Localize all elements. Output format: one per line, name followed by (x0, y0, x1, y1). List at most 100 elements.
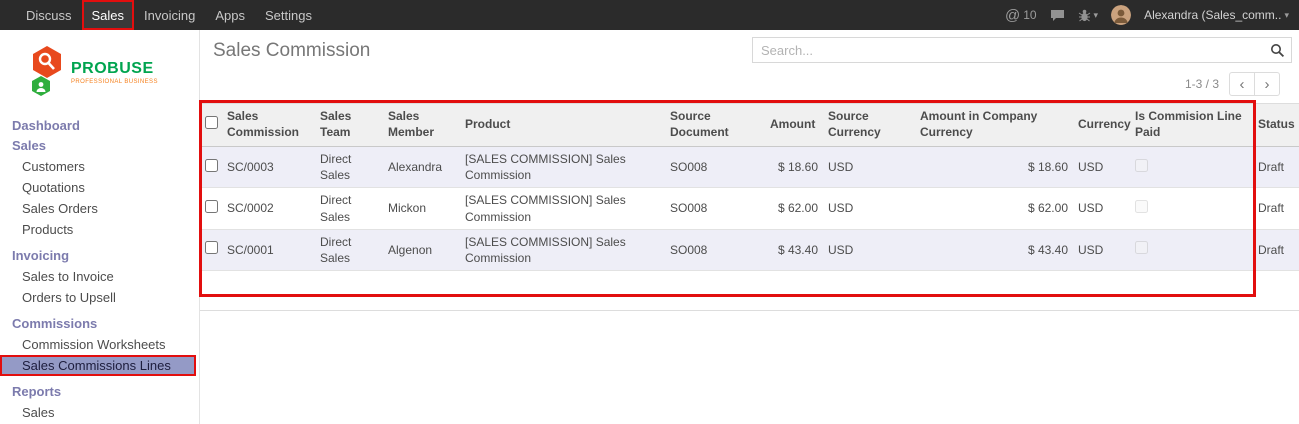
pager: 1-3 / 3 ‹ › (1185, 72, 1280, 96)
row-select-cell (200, 147, 222, 188)
user-menu[interactable]: Alexandra (Sales_comm.. ▾ (1144, 8, 1289, 22)
sidebar-section-reports[interactable]: Reports (0, 382, 199, 402)
cell-sales-team: Direct Sales (315, 229, 383, 270)
mention-icon: @ (1005, 7, 1020, 24)
search-icon (1270, 43, 1285, 58)
menu-apps[interactable]: Apps (205, 0, 255, 30)
sidebar-section-invoicing[interactable]: Invoicing (0, 246, 199, 266)
avatar[interactable] (1111, 5, 1131, 25)
cell-sales-member: Algenon (383, 229, 460, 270)
mention-count: 10 (1023, 8, 1036, 22)
messages-button[interactable] (1050, 9, 1065, 22)
row-checkbox[interactable] (205, 159, 218, 172)
app-window: Discuss Sales Invoicing Apps Settings @ … (0, 0, 1299, 424)
select-all-cell[interactable] (200, 104, 222, 147)
sidebar-section-dashboard[interactable]: Dashboard (0, 116, 199, 136)
user-name: Alexandra (Sales_comm.. (1144, 8, 1281, 22)
sidebar-item-quotations[interactable]: Quotations (0, 177, 199, 198)
paid-checkbox (1135, 241, 1148, 254)
search-box (752, 37, 1292, 63)
col-header-source-currency[interactable]: Source Currency (823, 104, 915, 147)
sidebar-item-commission-worksheets[interactable]: Commission Worksheets (0, 334, 199, 355)
paid-checkbox (1135, 159, 1148, 172)
chevron-left-icon: ‹ (1240, 77, 1245, 92)
sidebar-section-commissions[interactable]: Commissions (0, 314, 199, 334)
search-input[interactable] (753, 43, 1263, 58)
avatar-image (1111, 5, 1131, 25)
col-header-product[interactable]: Product (460, 104, 665, 147)
main-content: Sales Commission 1-3 / 3 ‹ › (200, 30, 1299, 424)
search-button[interactable] (1263, 38, 1291, 62)
pager-previous-button[interactable]: ‹ (1229, 72, 1255, 96)
mentions-button[interactable]: @ 10 (1005, 7, 1037, 24)
cell-paid (1130, 229, 1253, 270)
debug-menu-button[interactable]: ▾ (1078, 9, 1099, 22)
cell-currency: USD (1073, 188, 1130, 229)
sidebar: PROBUSE PROFESSIONAL BUSINESS Dashboard … (0, 30, 200, 424)
col-header-currency[interactable]: Currency (1073, 104, 1130, 147)
cell-product: [SALES COMMISSION] Sales Commission (460, 188, 665, 229)
cell-product: [SALES COMMISSION] Sales Commission (460, 147, 665, 188)
col-header-amount-company-currency[interactable]: Amount in Company Currency (915, 104, 1073, 147)
cell-reference: SC/0002 (222, 188, 315, 229)
cell-amount-company: $ 18.60 (915, 147, 1073, 188)
sidebar-item-sales-to-invoice[interactable]: Sales to Invoice (0, 266, 199, 287)
cell-source-currency: USD (823, 229, 915, 270)
menu-invoicing[interactable]: Invoicing (134, 0, 205, 30)
sales-commission-list: Sales Commission Sales Team Sales Member… (200, 103, 1299, 271)
logo-subtitle: PROFESSIONAL BUSINESS (71, 79, 158, 85)
chevron-down-icon: ▾ (1094, 10, 1099, 21)
col-header-sales-team[interactable]: Sales Team (315, 104, 383, 147)
col-header-is-commision-line-paid[interactable]: Is Commision Line Paid (1130, 104, 1253, 147)
cell-reference: SC/0001 (222, 229, 315, 270)
cell-amount: $ 62.00 (765, 188, 823, 229)
table-row[interactable]: SC/0001 Direct Sales Algenon [SALES COMM… (200, 229, 1299, 270)
sidebar-item-sales-commissions-lines[interactable]: Sales Commissions Lines (0, 355, 196, 376)
cell-status: Draft (1253, 147, 1299, 188)
sidebar-item-customers[interactable]: Customers (0, 156, 199, 177)
sidebar-item-reports-sales[interactable]: Sales (0, 402, 199, 423)
topbar-right: @ 10 ▾ (1005, 5, 1299, 25)
cell-source-document: SO008 (665, 147, 765, 188)
probuse-logo[interactable]: PROBUSE PROFESSIONAL BUSINESS (30, 46, 199, 98)
cell-sales-team: Direct Sales (315, 147, 383, 188)
logo-text: PROBUSE PROFESSIONAL BUSINESS (71, 60, 158, 85)
cell-sales-member: Alexandra (383, 147, 460, 188)
pager-buttons: ‹ › (1229, 72, 1280, 96)
menu-sales[interactable]: Sales (82, 0, 135, 30)
menu-settings[interactable]: Settings (255, 0, 322, 30)
col-header-status[interactable]: Status (1253, 104, 1299, 147)
cell-currency: USD (1073, 147, 1130, 188)
col-header-amount[interactable]: Amount (765, 104, 823, 147)
sidebar-item-products[interactable]: Products (0, 219, 199, 240)
logo-hexagons-icon (30, 46, 64, 98)
paid-checkbox (1135, 200, 1148, 213)
cell-status: Draft (1253, 229, 1299, 270)
sidebar-section-sales[interactable]: Sales (0, 136, 199, 156)
select-all-checkbox[interactable] (205, 116, 218, 129)
row-checkbox[interactable] (205, 241, 218, 254)
cell-paid (1130, 188, 1253, 229)
col-header-sales-member[interactable]: Sales Member (383, 104, 460, 147)
cell-product: [SALES COMMISSION] Sales Commission (460, 229, 665, 270)
row-checkbox[interactable] (205, 200, 218, 213)
cell-reference: SC/0003 (222, 147, 315, 188)
table-row[interactable]: SC/0003 Direct Sales Alexandra [SALES CO… (200, 147, 1299, 188)
cell-source-document: SO008 (665, 229, 765, 270)
topbar: Discuss Sales Invoicing Apps Settings @ … (0, 0, 1299, 30)
sidebar-item-sales-orders[interactable]: Sales Orders (0, 198, 199, 219)
cell-amount-company: $ 43.40 (915, 229, 1073, 270)
row-select-cell (200, 229, 222, 270)
cell-amount-company: $ 62.00 (915, 188, 1073, 229)
chevron-right-icon: › (1265, 77, 1270, 92)
menu-discuss[interactable]: Discuss (16, 0, 82, 30)
topbar-menu: Discuss Sales Invoicing Apps Settings (0, 0, 322, 30)
cell-source-currency: USD (823, 188, 915, 229)
col-header-sales-commission[interactable]: Sales Commission (222, 104, 315, 147)
sidebar-item-orders-to-upsell[interactable]: Orders to Upsell (0, 287, 199, 308)
table-row[interactable]: SC/0002 Direct Sales Mickon [SALES COMMI… (200, 188, 1299, 229)
pager-next-button[interactable]: › (1254, 72, 1280, 96)
chat-bubble-icon (1050, 9, 1065, 22)
cell-sales-team: Direct Sales (315, 188, 383, 229)
col-header-source-document[interactable]: Source Document (665, 104, 765, 147)
